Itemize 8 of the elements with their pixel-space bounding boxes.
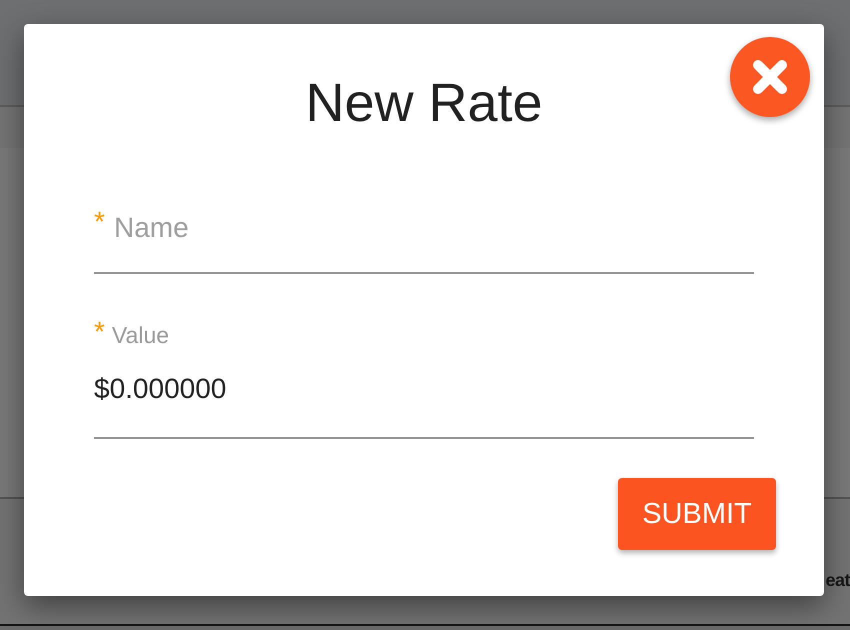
dialog-title: New Rate xyxy=(305,72,543,135)
close-button[interactable] xyxy=(730,37,810,117)
heading-text: eat xyxy=(825,569,850,591)
field-label: Value xyxy=(112,322,170,348)
required-asterisk: * xyxy=(94,318,105,346)
close-icon xyxy=(753,60,787,94)
required-asterisk: * xyxy=(94,208,105,236)
input-field[interactable]: $0.000000 xyxy=(94,372,754,439)
